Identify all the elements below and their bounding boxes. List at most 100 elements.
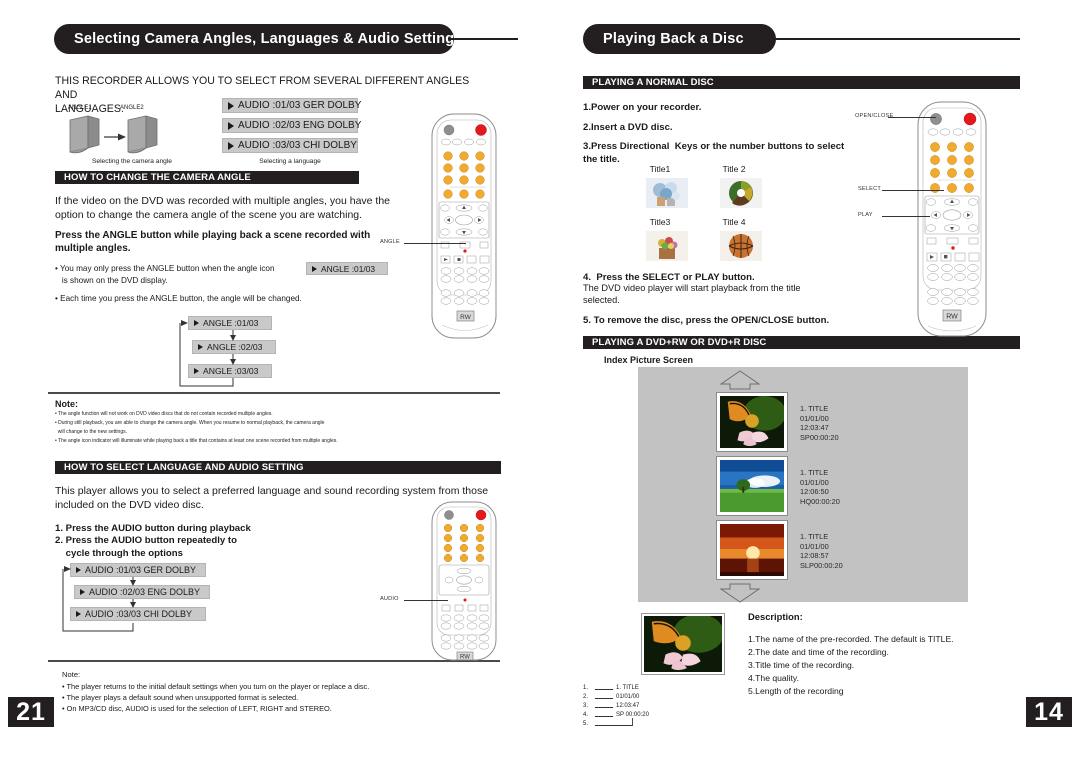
chip-label: AUDIO :03/03 CHI DOLBY [238,140,357,151]
angle-callout-label: ANGLE [380,239,400,245]
angle-cycle-connectors [179,320,236,387]
camera-angle-instruction: Press the ANGLE button while playing bac… [55,230,371,254]
entry-date: 01/01/00 [800,541,829,551]
camera-angle-caption: Selecting the camera angle [92,158,172,165]
callout-number-2: 2. [583,694,589,700]
remote-control-angle-diagram: RW [424,112,508,340]
audio-step-2: 2. Press the AUDIO button repeatedly to … [55,535,237,559]
index-thumbnail-2[interactable] [716,456,788,516]
entry-quality: HQ00:00:20 [800,496,840,506]
svg-text:RW: RW [460,314,472,321]
normal-disc-step-4-body: The DVD video player will start playback… [583,283,801,305]
right-page-title: Playing Back a Disc [583,24,776,54]
left-title-rule [450,38,518,40]
entry-date: 01/01/00 [800,477,829,487]
audio-demo-chip-1: AUDIO :01/03 GER DOLBY [222,98,361,113]
description-item-5: 5.Length of the recording [748,686,844,696]
audio-callout-leader [404,600,448,601]
audio-callout-label: AUDIO [380,596,399,602]
callout-value-2: 01/01/00 [616,694,640,700]
title3-thumbnail [646,231,688,261]
select-callout-label: SELECT [858,186,881,192]
title4-label: Title 4 [722,217,746,227]
title1-label: Title1 [649,164,671,174]
audio-demo-chip-2: AUDIO :02/03 ENG DOLBY [222,118,362,133]
description-heading: Description: [748,611,803,622]
play-triangle-icon [312,265,317,272]
entry-time: 12:06:50 [800,487,829,497]
callout-leader-4 [595,716,613,717]
entry-time: 12:08:57 [800,551,829,561]
play-triangle-icon [228,141,234,150]
play-triangle-icon [228,121,234,130]
angle1-label: ANGLE1 [68,105,92,111]
callout-value-3: 12:03:47 [616,703,640,709]
chip-label: AUDIO :02/03 ENG DOLBY [238,120,362,131]
camera-angle-bullet-1b: is shown on the DVD display. [55,276,168,285]
remote-control-playback-diagram: RW [908,100,998,338]
audio-cycle-connectors [62,566,136,632]
normal-disc-step-5: 5. To remove the disc, press the OPEN/CL… [583,315,830,326]
play-triangle-icon [228,101,234,110]
section-header-language-audio: HOW TO SELECT LANGUAGE AND AUDIO SETTING [55,461,501,474]
callout-leader-3 [595,707,613,708]
audio-demo-chip-3: AUDIO :03/03 CHI DOLBY [222,138,358,153]
description-sample-thumbnail [641,613,725,675]
title4-thumbnail [720,231,762,261]
entry-date: 01/01/00 [800,413,829,423]
angle-callout-leader [404,243,466,244]
left-page-number: 21 [8,697,54,727]
callout-leader-5-tick [632,718,633,726]
note1-line-3: will change to the new settings. [55,429,127,435]
play-callout-label: PLAY [858,212,873,218]
description-item-3: 3.Title time of the recording. [748,660,855,670]
callout-number-3: 3. [583,703,589,709]
audio-step-1: 1. Press the AUDIO button during playbac… [55,523,251,534]
scroll-down-arrow-icon[interactable] [718,583,762,603]
section-header-normal-disc: PLAYING A NORMAL DISC [583,76,1020,89]
description-item-2: 2.The date and time of the recording. [748,647,889,657]
speaker-angle1-icon [69,115,100,154]
callout-number-1: 1. [583,685,589,691]
entry-time: 12:03:47 [800,423,829,433]
normal-disc-step-2: 2.Insert a DVD disc. [583,122,673,133]
index-entry-1-meta: 1. TITLE 01/01/00 12:03:47 SP00:00:20 [800,404,839,442]
language-demo-caption: Selecting a language [259,158,321,165]
note1-line-2: • During still playback, you are able to… [55,420,325,426]
scroll-up-arrow-icon[interactable] [718,370,762,390]
index-thumbnail-1[interactable] [716,392,788,452]
camera-angle-body: If the video on the DVD was recorded wit… [55,195,391,221]
callout-leader-1 [595,689,613,690]
title1-thumbnail [646,178,688,208]
callout-value-1: 1. TITLE [616,685,639,691]
openclose-callout-leader [888,117,936,118]
description-item-1: 1.The name of the pre-recorded. The defa… [748,634,954,644]
camera-angle-bullet-2: • Each time you press the ANGLE button, … [55,294,302,303]
title3-label: Title3 [649,217,671,227]
note1-line-1: • The angle function will not work on DV… [55,411,273,417]
angle-arrow-icon [104,133,126,141]
index-entry-3-meta: 1. TITLE 01/01/00 12:08:57 SLP00:00:20 [800,532,843,570]
note1-divider [48,392,500,394]
callout-number-5: 5. [583,721,589,727]
description-item-4: 4.The quality. [748,673,799,683]
note1-heading: Note: [55,399,78,409]
angle2-label: ANGLE2 [120,105,144,111]
index-thumbnail-3[interactable] [716,520,788,580]
speaker-angle2-icon [127,115,158,154]
manual-spread: Selecting Camera Angles, Languages & Aud… [0,0,1080,763]
callout-leader-2 [595,698,613,699]
remote-control-audio-diagram: RW [424,500,508,662]
section-header-camera-angle: HOW TO CHANGE THE CAMERA ANGLE [55,171,359,184]
entry-quality: SLP00:00:20 [800,560,843,570]
camera-angle-bullet-1a: • You may only press the ANGLE button wh… [55,264,275,273]
callout-leader-5 [595,725,633,726]
svg-text:RW: RW [460,655,470,661]
chip-label: ANGLE :01/03 [321,263,376,274]
index-entry-2-meta: 1. TITLE 01/01/00 12:06:50 HQ00:00:20 [800,468,840,506]
play-callout-leader [882,216,930,217]
svg-text:RW: RW [946,314,958,321]
angle-icon-chip: ANGLE :01/03 [306,262,388,275]
right-page-number: 14 [1026,697,1072,727]
select-callout-leader [882,190,944,191]
